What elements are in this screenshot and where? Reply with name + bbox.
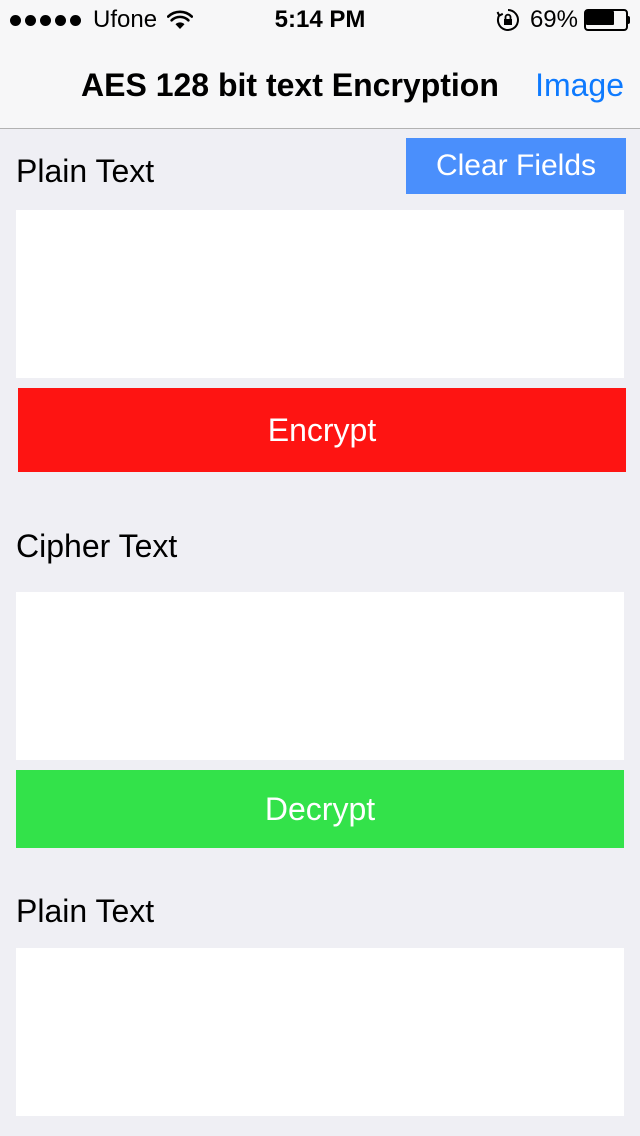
status-right: 69% xyxy=(496,6,630,34)
encrypt-button[interactable]: Encrypt xyxy=(18,388,626,472)
cipher-text-input[interactable] xyxy=(16,592,624,760)
clear-fields-button[interactable]: Clear Fields xyxy=(406,138,626,194)
image-nav-button[interactable]: Image xyxy=(535,66,624,104)
nav-title: AES 128 bit text Encryption xyxy=(81,67,499,103)
navigation-bar: AES 128 bit text Encryption Image xyxy=(0,40,640,129)
decrypted-text-label: Plain Text xyxy=(16,893,155,929)
decrypt-button[interactable]: Decrypt xyxy=(16,770,624,848)
plain-text-input[interactable] xyxy=(16,210,624,378)
plain-text-label: Plain Text xyxy=(16,153,155,189)
battery-icon xyxy=(584,9,630,31)
rotation-lock-icon xyxy=(496,9,519,31)
cipher-text-label: Cipher Text xyxy=(16,528,178,564)
decrypted-text-output[interactable] xyxy=(16,948,624,1116)
status-bar: Ufone 5:14 PM 69% xyxy=(0,0,640,40)
battery-percentage: 69% xyxy=(529,6,578,33)
